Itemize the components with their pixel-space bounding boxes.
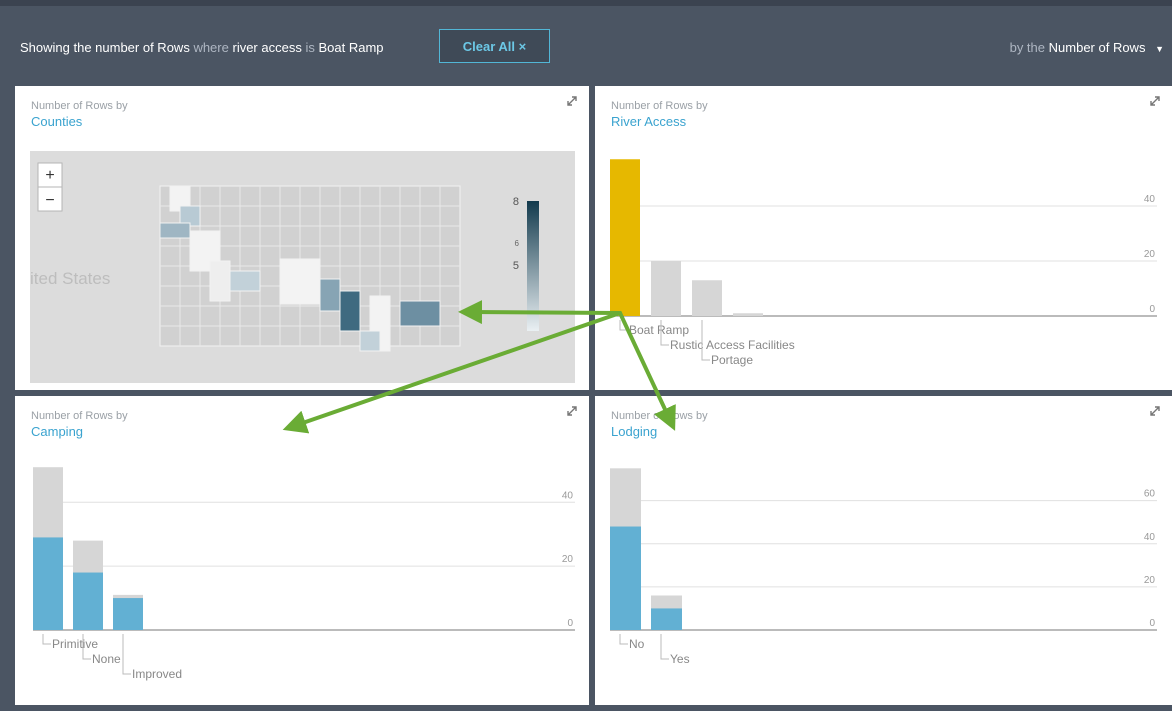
bar-other xyxy=(733,313,763,316)
y-tick-label: 0 xyxy=(1149,304,1155,315)
category-label: Primitive xyxy=(52,637,98,651)
category-leader xyxy=(42,634,51,645)
bar-selected-improved xyxy=(113,598,143,630)
panel-camping: Number of Rows by Camping 0 20 40 Primitive… xyxy=(15,396,589,705)
filter-prefix: Showing the number of Rows xyxy=(20,40,190,55)
panel-counties: Number of Rows by Counties ited States +… xyxy=(15,86,589,390)
category-leader xyxy=(619,634,628,645)
category-leader xyxy=(619,320,628,331)
category-leader xyxy=(660,634,669,660)
legend-mid: 5 xyxy=(513,260,519,272)
filter-value: Boat Ramp xyxy=(318,40,384,55)
legend-minor: 6 xyxy=(515,239,520,248)
bar-selected-primitive xyxy=(33,537,63,630)
filter-field: river access xyxy=(232,40,302,55)
y-tick-label: 40 xyxy=(1144,532,1156,543)
y-tick-label: 0 xyxy=(1149,618,1155,629)
zoom-in-button[interactable]: + xyxy=(45,167,54,184)
y-tick-label: 40 xyxy=(562,490,574,501)
river-access-chart: 0 20 40 Boat RampRustic Access FacilitiesPo… xyxy=(610,159,1157,367)
color-legend xyxy=(527,201,539,331)
y-tick-label: 40 xyxy=(1144,194,1156,205)
panel-river-access: Number of Rows by River Access 0 20 40 Boat… xyxy=(595,86,1172,390)
zoom-out-button[interactable]: − xyxy=(45,192,54,209)
filter-summary: Showing the number of Rows where river a… xyxy=(20,40,384,55)
y-tick-label: 20 xyxy=(1144,249,1156,260)
y-tick-label: 20 xyxy=(562,554,574,565)
category-label: Rustic Access Facilities xyxy=(670,338,795,352)
panel-lodging: Number of Rows by Lodging 0 20 40 60 No Yes xyxy=(595,396,1172,705)
bar-selected-no xyxy=(610,526,641,630)
category-label: None xyxy=(92,652,121,666)
country-label: ited States xyxy=(30,269,110,288)
filter-where: where xyxy=(193,40,229,55)
category-label: No xyxy=(629,637,645,651)
category-label: Yes xyxy=(670,652,690,666)
category-leader xyxy=(122,634,131,675)
bar-boat-ramp xyxy=(610,159,640,316)
y-tick-label: 0 xyxy=(567,618,573,629)
panel-subtitle: Number of Rows by xyxy=(31,100,128,112)
category-label: Portage xyxy=(711,353,753,367)
filter-is: is xyxy=(305,40,315,55)
county-map[interactable]: ited States + − 8 6 5 xyxy=(30,151,575,383)
top-border xyxy=(0,0,1172,6)
y-tick-label: 60 xyxy=(1144,489,1156,500)
camping-chart: 0 20 40 PrimitiveNone Improved xyxy=(33,467,575,681)
category-label: Improved xyxy=(132,667,182,681)
bar-portage xyxy=(692,280,722,316)
legend-max: 8 xyxy=(513,196,519,208)
measure-prefix: by the xyxy=(1009,40,1046,55)
filter-bar: Showing the number of Rows where river a… xyxy=(0,0,1172,86)
category-label: Boat Ramp xyxy=(629,323,689,337)
panel-title[interactable]: Counties xyxy=(31,114,82,129)
lodging-chart: 0 20 40 60 No Yes xyxy=(610,468,1157,666)
bar-selected-yes xyxy=(651,608,682,630)
measure-selector[interactable]: by the Number of Rows ▼ xyxy=(1010,40,1164,55)
bar-rustic-access-facilities xyxy=(651,261,681,316)
bar-selected-none xyxy=(73,572,103,630)
caret-down-icon: ▼ xyxy=(1155,44,1164,54)
expand-icon[interactable] xyxy=(565,94,579,108)
y-tick-label: 20 xyxy=(1144,575,1156,586)
measure-label: Number of Rows xyxy=(1048,40,1146,55)
clear-all-button[interactable]: Clear All × xyxy=(439,29,550,63)
